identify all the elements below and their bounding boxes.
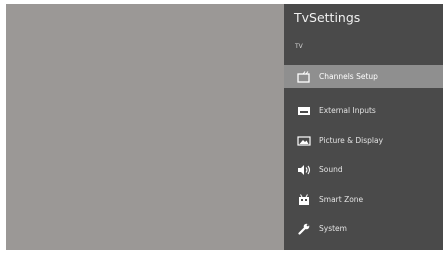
input-icon (297, 105, 311, 117)
panel-title: TvSettings (294, 10, 361, 25)
menu-item-sound[interactable]: Sound (284, 158, 443, 181)
speaker-icon (297, 164, 311, 176)
wrench-icon (297, 223, 311, 235)
picture-icon (297, 135, 311, 147)
menu-item-picture-display[interactable]: Picture & Display (284, 129, 443, 152)
menu-item-smart-zone[interactable]: Smart Zone (284, 188, 443, 211)
menu-item-label: Channels Setup (319, 72, 378, 81)
menu-item-system[interactable]: System (284, 217, 443, 240)
content-preview (6, 4, 284, 250)
channels-icon (297, 70, 311, 83)
section-label: TV (295, 43, 303, 50)
menu-item-channels-setup[interactable]: Channels Setup (284, 65, 443, 88)
menu-item-label: External Inputs (319, 106, 376, 115)
settings-panel: TvSettings TV Channels Setup External In… (284, 4, 443, 250)
menu-item-label: Picture & Display (319, 136, 384, 145)
menu-item-label: Smart Zone (319, 195, 364, 204)
menu-item-label: System (319, 224, 347, 233)
menu-item-external-inputs[interactable]: External Inputs (284, 99, 443, 122)
tv-screen: TvSettings TV Channels Setup External In… (0, 0, 448, 254)
menu-item-label: Sound (319, 165, 343, 174)
smart-tv-icon (297, 193, 311, 206)
